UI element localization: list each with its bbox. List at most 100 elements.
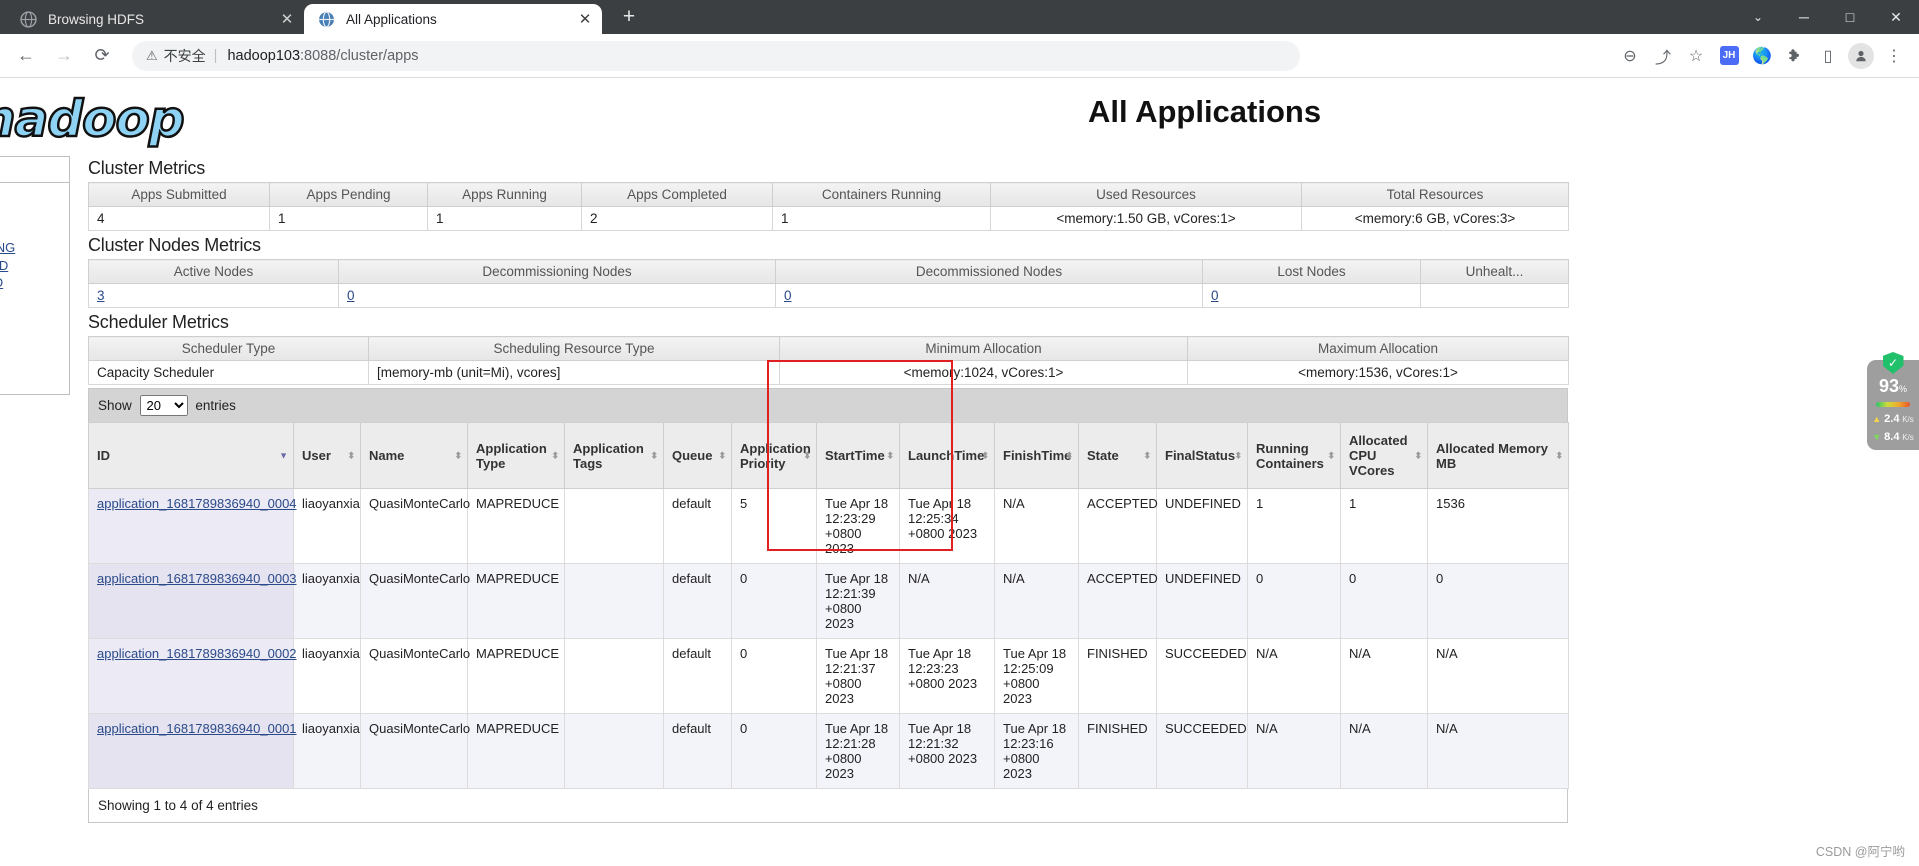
chrome-menu-icon[interactable]: ⋮ (1879, 41, 1909, 71)
table-header-row: ID ▼ User ⬍ Name ⬍ Application Type ⬍ Applic… (88, 422, 1569, 489)
col-allocated-cpu-vcores[interactable]: Allocated CPU VCores ⬍ (1340, 422, 1428, 489)
active-nodes-link[interactable]: 3 (97, 288, 105, 303)
sidebar-item-new-saving[interactable]: ..._SAVING (0, 239, 61, 257)
col-start-time[interactable]: StartTime ⬍ (816, 422, 900, 489)
scheduler-metrics-table: Scheduler Type Scheduling Resource Type … (88, 336, 1569, 385)
sort-icon: ⬍ (454, 450, 462, 460)
sidebar-item-killed[interactable]: ...ED (0, 344, 61, 362)
col-name[interactable]: Name ⬍ (360, 422, 468, 489)
table-header-row: Scheduler Type Scheduling Resource Type … (88, 336, 1569, 361)
col-launch-time[interactable]: LaunchTime ⬍ (899, 422, 995, 489)
profile-avatar[interactable] (1846, 41, 1876, 71)
sidebar-item-applications[interactable]: ...ions (0, 214, 61, 232)
sidebar-item-finished[interactable]: ...SHED (0, 309, 61, 327)
col-label: LaunchTime (908, 448, 985, 463)
watermark: CSDN @阿宁哟 (1815, 845, 1905, 859)
application-link[interactable]: application_1681789836940_0004 (97, 496, 297, 511)
sidebar-item-accepted[interactable]: ...EPTED (0, 274, 61, 292)
sidebar-item-failed[interactable]: ...ED (0, 327, 61, 345)
address-bar[interactable]: ⚠ 不安全 | hadoop103:8088/cluster/apps (132, 40, 1300, 71)
cell-launch-time: N/A (899, 563, 995, 639)
close-icon[interactable]: ✕ (276, 10, 298, 28)
tab-all-applications[interactable]: All Applications ✕ (304, 4, 602, 34)
val-used-resources: <memory:1.50 GB, vCores:1> (990, 206, 1302, 231)
val-decommissioned-nodes: 0 (775, 283, 1203, 308)
window-close-icon[interactable]: ✕ (1873, 9, 1919, 26)
cell-application-priority: 0 (731, 638, 817, 714)
window-controls: ⌄ ─ □ ✕ (1735, 0, 1919, 34)
col-application-type[interactable]: Application Type ⬍ (467, 422, 565, 489)
val-active-nodes: 3 (88, 283, 339, 308)
cell-application-priority: 5 (731, 488, 817, 564)
decommissioning-nodes-link[interactable]: 0 (347, 288, 355, 303)
network-speed-widget[interactable]: ✓ 93% ▲ 2.4 K/s ▼ 8.4 K/s (1867, 352, 1919, 450)
decommissioned-nodes-link[interactable]: 0 (784, 288, 792, 303)
cell-user: liaoyanxia (293, 713, 361, 789)
col-decommissioning-nodes: Decommissioning Nodes (338, 259, 776, 284)
cell-allocated-cpu-vcores: N/A (1340, 713, 1428, 789)
page-size-select[interactable]: 20 50 100 (139, 395, 188, 416)
tab-title: Browsing HDFS (48, 11, 145, 27)
extensions-puzzle-icon[interactable] (1780, 41, 1810, 71)
chevron-down-icon[interactable]: ⌄ (1735, 10, 1781, 24)
cell-name: QuasiMonteCarlo (360, 563, 470, 639)
col-allocated-memory-mb[interactable]: Allocated Memory MB ⬍ (1427, 422, 1569, 489)
cell-queue: default (663, 638, 732, 714)
col-minimum-allocation: Minimum Allocation (779, 336, 1188, 361)
cell-state: ACCEPTED (1078, 563, 1158, 639)
new-tab-button[interactable]: + (614, 2, 644, 32)
col-application-priority[interactable]: Application Priority ⬍ (731, 422, 817, 489)
col-apps-completed: Apps Completed (581, 182, 773, 207)
cell-allocated-cpu-vcores: 1 (1340, 488, 1428, 564)
col-apps-pending: Apps Pending (269, 182, 428, 207)
col-user[interactable]: User ⬍ (293, 422, 361, 489)
extension-jh-icon[interactable]: JH (1714, 41, 1744, 71)
tab-browsing-hdfs[interactable]: Browsing HDFS ✕ (6, 4, 304, 34)
back-icon[interactable]: ← (10, 40, 42, 72)
col-label: FinishTime (1003, 448, 1072, 463)
sort-icon: ⬍ (718, 450, 726, 460)
download-arrow-icon: ▼ (1872, 432, 1882, 442)
zoom-out-icon[interactable]: ⊖ (1615, 41, 1645, 71)
globe-icon (318, 10, 335, 28)
table-row: 3 0 0 0 (88, 283, 1569, 308)
cell-final-status: SUCCEEDED (1156, 713, 1248, 789)
cell-queue: default (663, 488, 732, 564)
sidebar-item-scheduler[interactable]: ...er (0, 370, 61, 388)
minimize-icon[interactable]: ─ (1781, 9, 1827, 25)
sidebar-item-submitted[interactable]: ...MITTED (0, 257, 61, 275)
application-link[interactable]: application_1681789836940_0002 (97, 646, 297, 661)
toolbar-actions: ⊖ ⤴ ☆ JH 🌎 ▯ ⋮ (1612, 41, 1909, 71)
cell-running-containers: N/A (1247, 713, 1341, 789)
side-panel-icon[interactable]: ▯ (1813, 41, 1843, 71)
maximize-icon[interactable]: □ (1827, 9, 1873, 25)
col-id[interactable]: ID ▼ (88, 422, 294, 489)
datatable-info: Showing 1 to 4 of 4 entries (88, 789, 1568, 823)
col-queue[interactable]: Queue ⬍ (663, 422, 732, 489)
col-final-status[interactable]: FinalStatus ⬍ (1156, 422, 1248, 489)
cell-id: application_1681789836940_0004 (88, 488, 297, 564)
download-row: ▼ 8.4 K/s (1872, 432, 1914, 443)
application-link[interactable]: application_1681789836940_0001 (97, 721, 297, 736)
col-apps-running: Apps Running (427, 182, 582, 207)
close-icon[interactable]: ✕ (574, 10, 596, 28)
sidebar-item-node-labels[interactable]: ...bels (0, 196, 61, 214)
col-state[interactable]: State ⬍ (1078, 422, 1157, 489)
cell-application-tags (564, 488, 664, 564)
col-finish-time[interactable]: FinishTime ⬍ (994, 422, 1079, 489)
sidebar-item-running[interactable]: ...NING (0, 292, 61, 310)
col-label: ID (97, 448, 110, 463)
lost-nodes-link[interactable]: 0 (1211, 288, 1219, 303)
col-application-tags[interactable]: Application Tags ⬍ (564, 422, 664, 489)
extension-globe-icon[interactable]: 🌎 (1747, 41, 1777, 71)
forward-icon[interactable]: → (48, 40, 80, 72)
col-running-containers[interactable]: Running Containers ⬍ (1247, 422, 1341, 489)
val-apps-pending: 1 (269, 206, 428, 231)
bookmark-star-icon[interactable]: ☆ (1681, 41, 1711, 71)
share-icon[interactable]: ⤴ (1648, 41, 1678, 71)
cell-finish-time: Tue Apr 18 12:25:09 +0800 2023 (994, 638, 1079, 714)
main-content: Cluster Metrics Apps Submitted Apps Pend… (88, 158, 1919, 823)
reload-icon[interactable]: ⟳ (86, 40, 118, 72)
cluster-nodes-metrics-heading: Cluster Nodes Metrics (88, 235, 261, 255)
application-link[interactable]: application_1681789836940_0003 (97, 571, 297, 586)
